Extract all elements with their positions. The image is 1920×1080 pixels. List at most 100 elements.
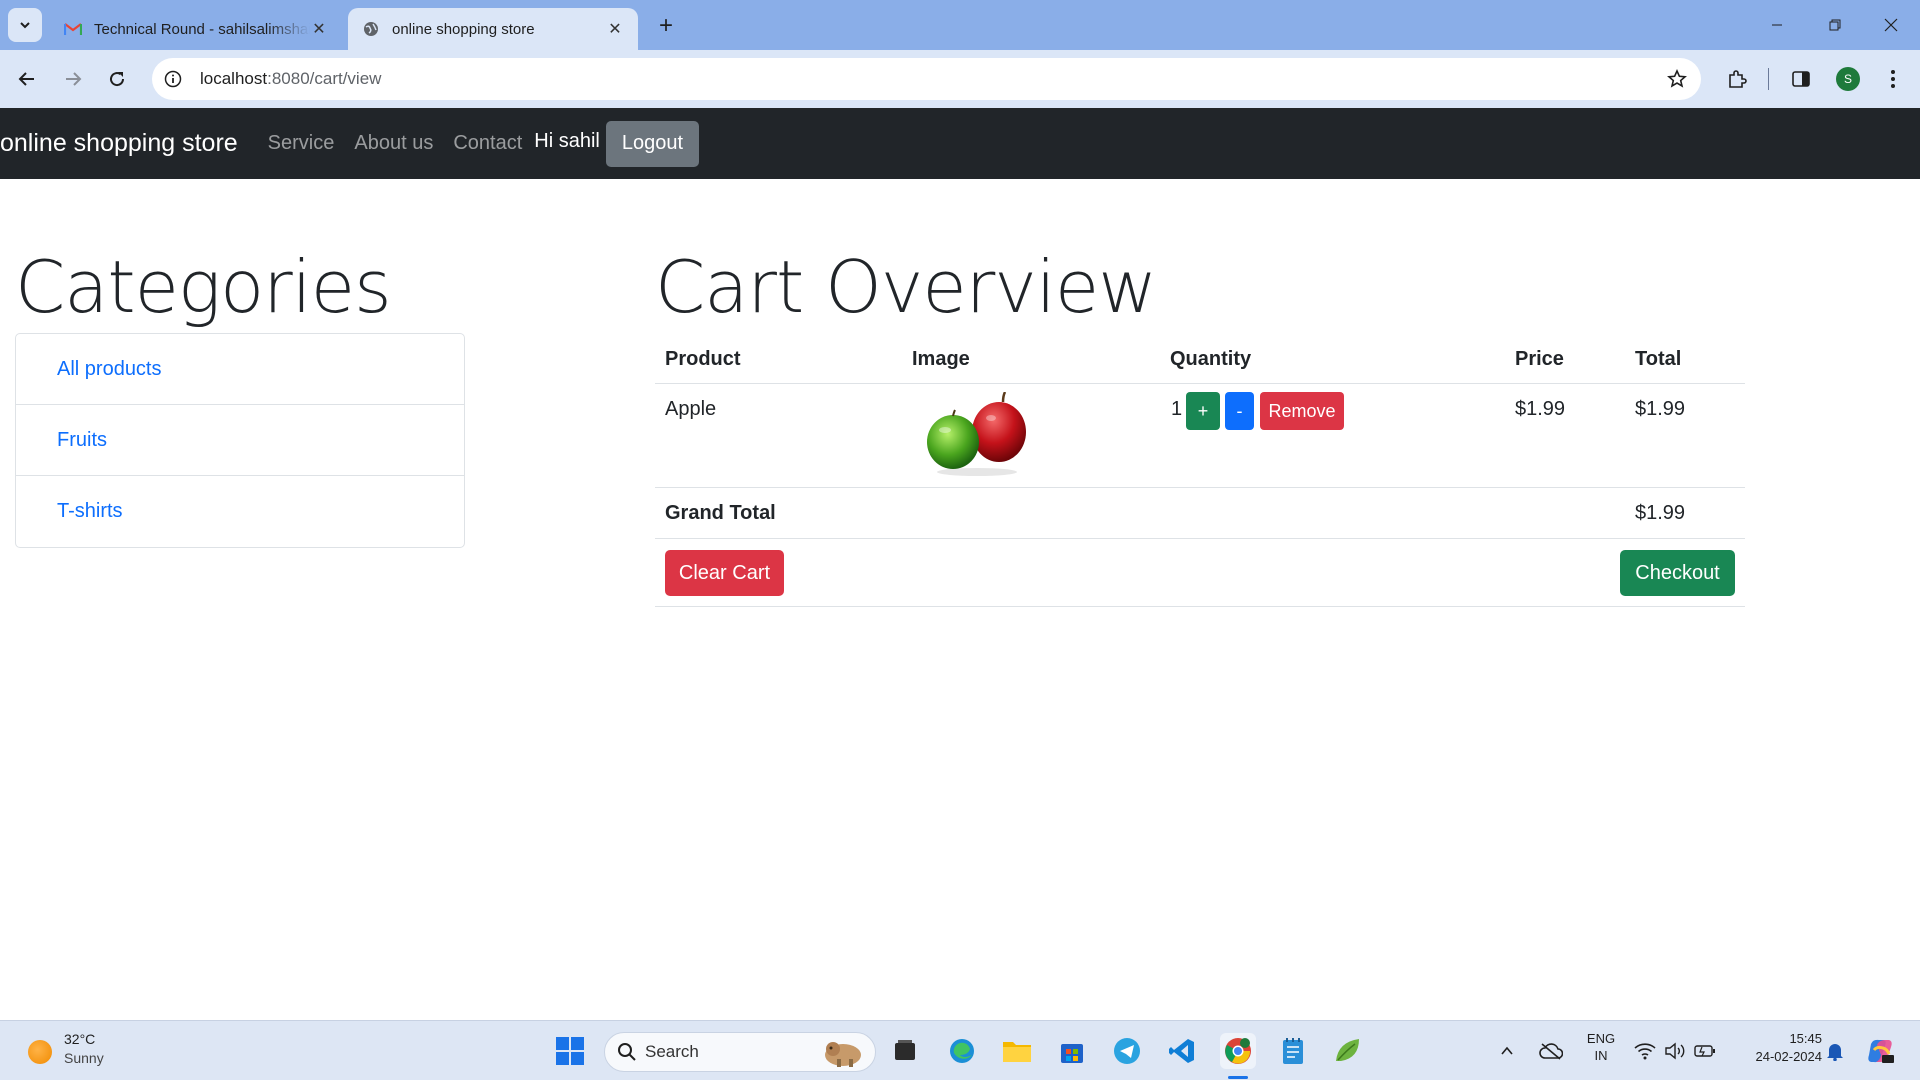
arrow-left-icon bbox=[18, 72, 34, 86]
column-header-total: Total bbox=[1635, 348, 1682, 370]
restore-icon bbox=[1829, 19, 1841, 31]
volume-icon bbox=[1665, 1042, 1685, 1060]
product-name: Apple bbox=[665, 398, 717, 420]
bookmark-star-icon[interactable] bbox=[1659, 61, 1695, 97]
side-panel-button[interactable] bbox=[1784, 62, 1818, 96]
grand-total-row: Grand Total $1.99 bbox=[655, 488, 1745, 539]
taskbar-app-chrome[interactable] bbox=[1220, 1033, 1256, 1079]
reload-icon bbox=[110, 72, 125, 87]
windows-icon bbox=[556, 1037, 584, 1065]
cart-actions-row: Clear Cart Checkout bbox=[655, 539, 1745, 607]
cloud-off-icon bbox=[1539, 1043, 1563, 1060]
tab-search-button[interactable] bbox=[8, 8, 42, 42]
side-panel-icon bbox=[1792, 71, 1810, 87]
new-tab-button[interactable]: + bbox=[652, 12, 680, 40]
remove-item-button[interactable]: Remove bbox=[1260, 392, 1344, 430]
active-indicator bbox=[1228, 1076, 1248, 1079]
puzzle-icon bbox=[1729, 70, 1747, 88]
copilot-button[interactable] bbox=[1862, 1033, 1898, 1069]
browser-toolbar: localhost:8080/cart/view S bbox=[0, 50, 1920, 108]
browser-tab-gmail[interactable]: Technical Round - sahilsalimshaikh ✕ bbox=[50, 8, 342, 50]
toolbar-divider bbox=[1768, 68, 1769, 90]
nav-link-service[interactable]: Service bbox=[268, 132, 335, 155]
clock-time: 15:45 bbox=[1789, 1031, 1822, 1046]
wifi-button[interactable] bbox=[1630, 1033, 1660, 1069]
category-item-fruits[interactable]: Fruits bbox=[16, 405, 464, 476]
tab-title: online shopping store bbox=[392, 20, 535, 38]
address-bar[interactable]: localhost:8080/cart/view bbox=[152, 58, 1701, 100]
column-header-price: Price bbox=[1515, 348, 1564, 370]
arrow-right-icon bbox=[66, 72, 82, 86]
nav-link-about[interactable]: About us bbox=[354, 132, 433, 155]
taskbar-app-telegram[interactable] bbox=[1109, 1033, 1145, 1069]
clock-date: 24-02-2024 bbox=[1755, 1049, 1823, 1064]
close-icon bbox=[1884, 18, 1898, 32]
language-indicator[interactable]: ENG IN bbox=[1584, 1031, 1618, 1063]
nav-link-contact[interactable]: Contact bbox=[453, 132, 522, 155]
minimize-button[interactable] bbox=[1748, 0, 1806, 50]
decrease-quantity-button[interactable]: - bbox=[1225, 392, 1254, 430]
folder-icon bbox=[1003, 1042, 1031, 1062]
globe-icon bbox=[362, 20, 380, 38]
minimize-icon bbox=[1772, 24, 1782, 26]
chevron-down-icon bbox=[20, 22, 30, 29]
taskbar-app-store[interactable] bbox=[1054, 1033, 1090, 1069]
column-header-product: Product bbox=[665, 348, 741, 370]
forward-button[interactable] bbox=[56, 62, 90, 96]
taskbar-app-notepad[interactable] bbox=[1275, 1033, 1311, 1069]
weather-temperature[interactable]: 32°C bbox=[64, 1031, 95, 1047]
close-window-button[interactable] bbox=[1862, 0, 1920, 50]
browser-tabstrip: Technical Round - sahilsalimshaikh ✕ onl… bbox=[0, 0, 1920, 50]
os-taskbar: 32°C Sunny Search ENG IN 15:45 24-02-202… bbox=[0, 1020, 1920, 1080]
extensions-button[interactable] bbox=[1720, 62, 1754, 96]
item-total: $1.99 bbox=[1635, 398, 1686, 420]
gmail-icon bbox=[64, 20, 82, 38]
table-header-row: Product Image Quantity Price Total bbox=[655, 336, 1745, 384]
reload-button[interactable] bbox=[100, 62, 134, 96]
start-button[interactable] bbox=[552, 1033, 588, 1069]
user-greeting: Hi sahil bbox=[534, 130, 600, 152]
back-button[interactable] bbox=[10, 62, 44, 96]
weather-description[interactable]: Sunny bbox=[64, 1050, 104, 1066]
taskbar-app-file-explorer[interactable] bbox=[999, 1033, 1035, 1069]
category-list: All products Fruits T-shirts bbox=[15, 333, 465, 548]
logout-button[interactable]: Logout bbox=[605, 120, 700, 167]
chevron-up-icon bbox=[1501, 1046, 1513, 1055]
category-item-t-shirts[interactable]: T-shirts bbox=[16, 476, 464, 547]
wifi-icon bbox=[1634, 1043, 1656, 1060]
site-brand[interactable]: online shopping store bbox=[0, 129, 238, 158]
sun-icon[interactable] bbox=[28, 1040, 52, 1064]
taskbar-app-vscode[interactable] bbox=[1164, 1033, 1200, 1069]
cart-heading: Cart Overview bbox=[655, 245, 1157, 329]
chrome-icon bbox=[1225, 1038, 1251, 1064]
taskbar-search[interactable]: Search bbox=[604, 1032, 876, 1072]
apple-image bbox=[927, 391, 1026, 476]
task-view-icon bbox=[895, 1040, 915, 1060]
taskbar-app-spring-tool[interactable] bbox=[1330, 1033, 1366, 1069]
taskbar-app-edge[interactable] bbox=[944, 1033, 980, 1069]
battery-button[interactable] bbox=[1690, 1033, 1720, 1069]
notifications-button[interactable] bbox=[1820, 1033, 1850, 1069]
column-header-quantity: Quantity bbox=[1170, 348, 1252, 370]
copilot-icon bbox=[1868, 1039, 1894, 1063]
language-code: ENG bbox=[1586, 1031, 1616, 1046]
clear-cart-button[interactable]: Clear Cart bbox=[665, 550, 784, 596]
clock[interactable]: 15:45 24-02-2024 bbox=[1734, 1031, 1823, 1064]
checkout-button[interactable]: Checkout bbox=[1620, 550, 1735, 596]
increase-quantity-button[interactable]: + bbox=[1186, 392, 1220, 430]
category-item-all-products[interactable]: All products bbox=[16, 334, 464, 405]
close-icon[interactable]: ✕ bbox=[606, 20, 624, 38]
browser-menu-button[interactable] bbox=[1876, 62, 1910, 96]
show-hidden-icons-button[interactable] bbox=[1494, 1033, 1520, 1069]
vscode-icon bbox=[1169, 1039, 1194, 1063]
taskbar-app-task-view[interactable] bbox=[887, 1033, 923, 1069]
close-icon[interactable]: ✕ bbox=[310, 20, 328, 38]
restore-button[interactable] bbox=[1806, 0, 1864, 50]
volume-button[interactable] bbox=[1660, 1033, 1690, 1069]
store-icon bbox=[1061, 1044, 1083, 1063]
onedrive-button[interactable] bbox=[1535, 1033, 1567, 1069]
profile-button[interactable]: S bbox=[1831, 62, 1865, 96]
product-image bbox=[925, 391, 1029, 484]
site-info-icon[interactable] bbox=[156, 62, 190, 96]
browser-tab-shopping[interactable]: online shopping store ✕ bbox=[348, 8, 638, 50]
